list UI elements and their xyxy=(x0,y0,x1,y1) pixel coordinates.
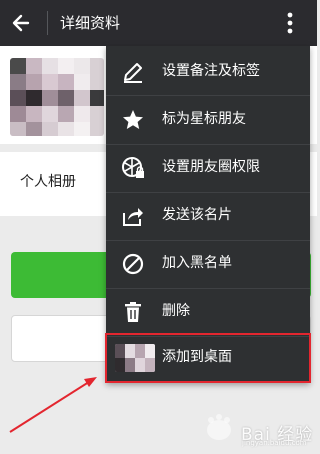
album-label: 个人相册 xyxy=(20,174,76,190)
more-button[interactable] xyxy=(276,8,304,38)
menu-item-star-friend[interactable]: 标为星标朋友 xyxy=(106,96,310,144)
menu-item-send-card[interactable]: 发送该名片 xyxy=(106,192,310,240)
header-divider xyxy=(47,11,48,35)
moments-lock-icon xyxy=(122,157,144,178)
title-bar: 详细资料 xyxy=(0,0,317,46)
share-icon xyxy=(123,208,143,226)
menu-item-label: 标为星标朋友 xyxy=(162,111,246,127)
menu-item-label: 设置备注及标签 xyxy=(162,63,260,79)
menu-item-label: 删除 xyxy=(162,303,190,319)
menu-item-label: 加入黑名单 xyxy=(162,255,232,271)
arrow-left-icon xyxy=(12,14,30,32)
menu-item-blacklist[interactable]: 加入黑名单 xyxy=(106,240,310,288)
page-title: 详细资料 xyxy=(60,14,121,32)
menu-item-label: 发送该名片 xyxy=(162,207,232,223)
menu-item-add-to-desktop[interactable]: 添加到桌面 xyxy=(105,333,311,383)
watermark-url: jingyan.baidu.com xyxy=(242,439,307,447)
trash-icon xyxy=(125,302,141,322)
overflow-menu: 设置备注及标签 标为星标朋友 设置朋友圈权限 发送该名片 加入黑名单 删除 添加… xyxy=(105,46,311,383)
menu-item-delete[interactable]: 删除 xyxy=(106,288,310,336)
thumbnail-icon xyxy=(115,344,155,372)
avatar-icon xyxy=(10,58,104,136)
menu-item-label: 设置朋友圈权限 xyxy=(162,159,260,175)
back-button[interactable] xyxy=(6,7,38,39)
menu-item-set-remark[interactable]: 设置备注及标签 xyxy=(106,48,310,96)
annotation-arrow xyxy=(9,377,97,433)
block-icon xyxy=(122,253,144,275)
star-icon xyxy=(123,110,143,129)
menu-item-moments-permission[interactable]: 设置朋友圈权限 xyxy=(106,144,310,192)
more-vertical-icon xyxy=(287,12,293,34)
avatar[interactable] xyxy=(10,58,104,136)
pencil-icon xyxy=(124,63,142,83)
menu-item-label: 添加到桌面 xyxy=(162,349,232,365)
